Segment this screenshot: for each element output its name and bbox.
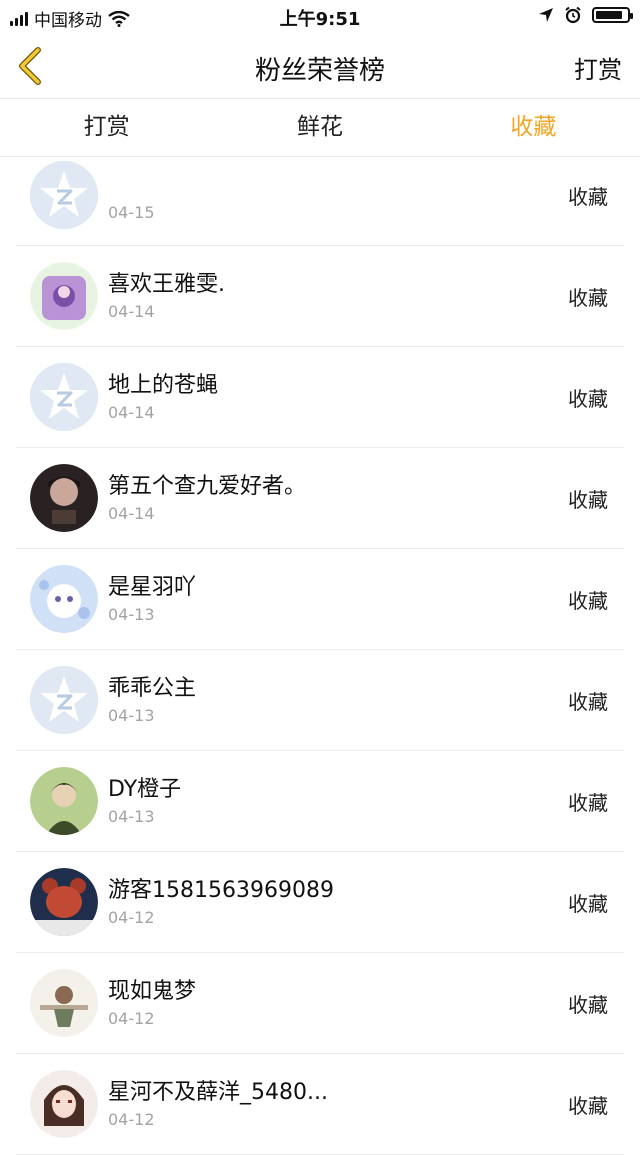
tab-favorites[interactable]: 收藏 xyxy=(427,99,640,156)
star-logo-icon xyxy=(30,161,98,229)
photo-avatar xyxy=(30,464,98,532)
star-logo-icon xyxy=(30,363,98,431)
fan-name: 现如鬼梦 xyxy=(108,979,197,1004)
fan-name: 乖乖公主 xyxy=(108,676,197,701)
list-item[interactable]: 星河不及薛洋_5480... 04-12 收藏 xyxy=(16,1054,624,1155)
fan-list: 04-15 收藏 喜欢王雅雯. 04-14 收藏 地上的苍蝇 04-14 收藏 xyxy=(0,157,640,1155)
fan-action: 收藏 xyxy=(568,791,608,815)
fan-action: 收藏 xyxy=(568,1094,608,1118)
list-item[interactable]: DY橙子 04-13 收藏 xyxy=(16,751,624,852)
tab-flowers[interactable]: 鲜花 xyxy=(213,99,426,156)
star-logo-icon xyxy=(30,666,98,734)
list-item[interactable]: 乖乖公主 04-13 收藏 xyxy=(16,650,624,751)
fan-date: 04-12 xyxy=(108,1110,155,1129)
alarm-icon xyxy=(565,6,581,24)
fan-action: 收藏 xyxy=(568,387,608,411)
fan-name: DY橙子 xyxy=(108,777,182,802)
list-item[interactable]: 游客1581563969089 04-12 收藏 xyxy=(16,852,624,953)
list-item[interactable]: 地上的苍蝇 04-14 收藏 xyxy=(16,347,624,448)
fan-date: 04-12 xyxy=(108,908,155,927)
photo-avatar xyxy=(30,767,98,835)
fan-action: 收藏 xyxy=(568,892,608,916)
navigation-bar: 粉丝荣誉榜 打赏 xyxy=(0,34,640,99)
fan-action: 收藏 xyxy=(568,993,608,1017)
fan-action: 收藏 xyxy=(568,690,608,714)
location-arrow-icon xyxy=(539,8,553,22)
photo-avatar xyxy=(30,868,98,936)
fan-name: 是星羽吖 xyxy=(108,575,197,600)
list-item[interactable]: 04-15 收藏 xyxy=(16,157,624,246)
fan-name: 第五个查九爱好者。 xyxy=(108,474,307,499)
photo-avatar xyxy=(30,262,98,330)
tab-reward[interactable]: 打赏 xyxy=(0,99,213,156)
status-bar: 中国移动 上午9:51 xyxy=(0,0,640,34)
page-title: 粉丝荣誉榜 xyxy=(254,56,385,86)
battery-icon xyxy=(592,7,633,23)
fan-date: 04-15 xyxy=(108,203,155,222)
fan-action: 收藏 xyxy=(568,589,608,613)
default-avatar xyxy=(30,161,98,229)
reward-button[interactable]: 打赏 xyxy=(574,50,622,85)
fan-action: 收藏 xyxy=(568,286,608,310)
list-item[interactable]: 是星羽吖 04-13 收藏 xyxy=(16,549,624,650)
photo-avatar xyxy=(30,565,98,633)
list-item[interactable]: 现如鬼梦 04-12 收藏 xyxy=(16,953,624,1054)
photo-avatar xyxy=(30,969,98,1037)
list-item[interactable]: 第五个查九爱好者。 04-14 收藏 xyxy=(16,448,624,549)
status-right xyxy=(538,6,633,24)
fan-name: 游客1581563969089 xyxy=(108,878,334,903)
default-avatar xyxy=(30,666,98,734)
fan-action: 收藏 xyxy=(568,488,608,512)
fan-action: 收藏 xyxy=(568,185,608,209)
fan-date: 04-13 xyxy=(108,706,155,725)
fan-date: 04-12 xyxy=(108,1009,155,1028)
default-avatar xyxy=(30,363,98,431)
fan-name: 地上的苍蝇 xyxy=(108,373,219,398)
tab-bar: 打赏 鲜花 收藏 xyxy=(0,99,640,157)
fan-name: 星河不及薛洋_5480... xyxy=(108,1080,328,1105)
fan-name: 喜欢王雅雯. xyxy=(108,272,225,297)
fan-date: 04-14 xyxy=(108,302,155,321)
fan-date: 04-14 xyxy=(108,403,155,422)
fan-date: 04-13 xyxy=(108,605,155,624)
fan-date: 04-13 xyxy=(108,807,155,826)
list-item[interactable]: 喜欢王雅雯. 04-14 收藏 xyxy=(16,246,624,347)
photo-avatar xyxy=(30,1070,98,1138)
fan-date: 04-14 xyxy=(108,504,155,523)
